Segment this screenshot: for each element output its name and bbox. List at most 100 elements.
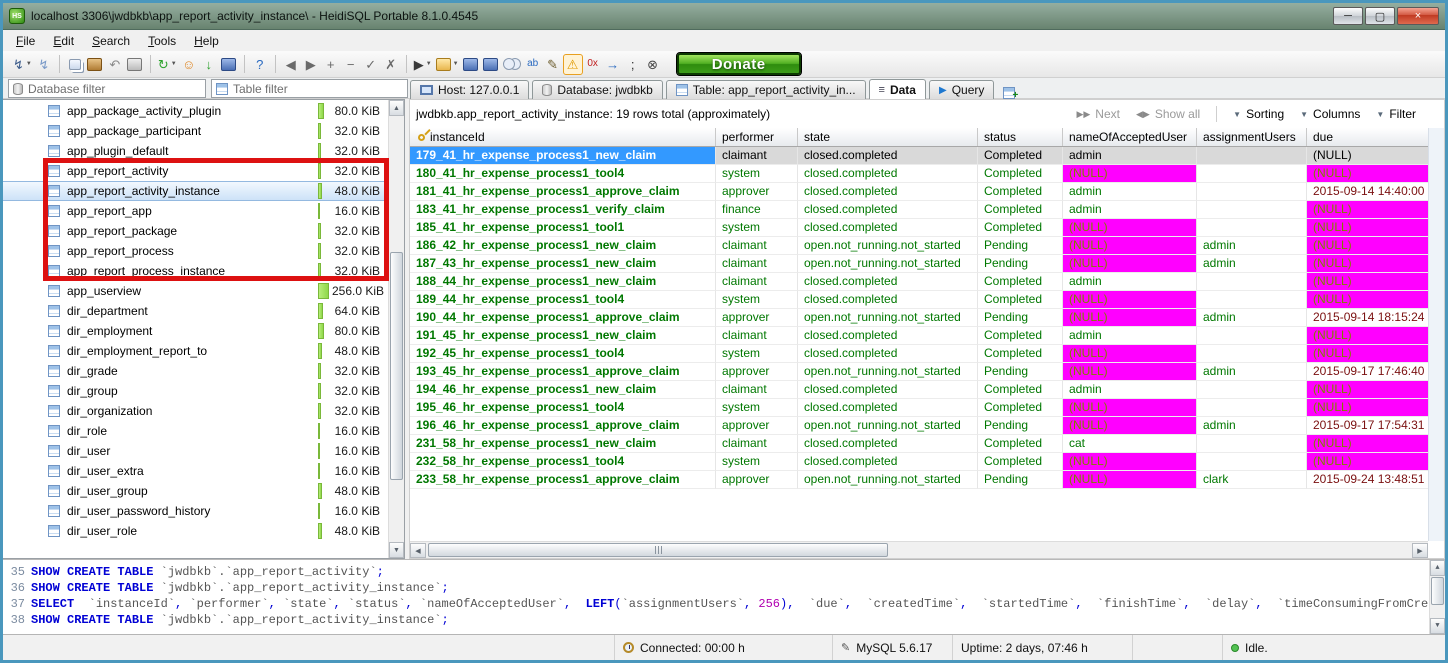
grid-cell[interactable]: closed.completed bbox=[798, 399, 978, 417]
tab-host[interactable]: Host: 127.0.0.1 bbox=[410, 80, 529, 99]
table-list-item[interactable]: app_report_process_instance32.0 KiB bbox=[3, 261, 388, 281]
grid-cell[interactable]: 233_58_hr_expense_process1_approve_claim bbox=[410, 471, 716, 489]
grid-cell[interactable]: (NULL) bbox=[1307, 219, 1428, 237]
delete-record-icon[interactable]: − bbox=[341, 54, 361, 75]
grid-cell[interactable]: 231_58_hr_expense_process1_new_claim bbox=[410, 435, 716, 453]
last-record-icon[interactable]: ▶ bbox=[301, 54, 321, 75]
grid-cell[interactable]: open.not_running.not_started bbox=[798, 471, 978, 489]
grid-cell[interactable] bbox=[1197, 201, 1307, 219]
grid-cell[interactable] bbox=[1197, 435, 1307, 453]
grid-cell[interactable]: claimant bbox=[716, 327, 798, 345]
grid-cell[interactable]: closed.completed bbox=[798, 183, 978, 201]
table-list-item[interactable]: app_userview256.0 KiB bbox=[3, 281, 388, 301]
scroll-right-icon[interactable]: ▶ bbox=[1412, 543, 1428, 558]
menu-item-search[interactable]: Search bbox=[83, 32, 139, 50]
grid-cell[interactable]: claimant bbox=[716, 147, 798, 165]
table-row[interactable]: 191_45_hr_expense_process1_new_claimclai… bbox=[410, 327, 1428, 345]
grid-cell[interactable]: (NULL) bbox=[1307, 327, 1428, 345]
grid-cell[interactable]: (NULL) bbox=[1063, 453, 1197, 471]
grid-cell[interactable]: 181_41_hr_expense_process1_approve_claim bbox=[410, 183, 716, 201]
column-header-performer[interactable]: performer bbox=[716, 128, 798, 146]
table-row[interactable]: 196_46_hr_expense_process1_approve_claim… bbox=[410, 417, 1428, 435]
grid-cell[interactable]: system bbox=[716, 399, 798, 417]
first-record-icon[interactable]: ◀ bbox=[281, 54, 301, 75]
grid-cell[interactable]: 191_45_hr_expense_process1_new_claim bbox=[410, 327, 716, 345]
database-filter-input[interactable]: Database filter bbox=[8, 79, 206, 98]
grid-cell[interactable]: claimant bbox=[716, 255, 798, 273]
grid-cell[interactable]: 190_44_hr_expense_process1_approve_claim bbox=[410, 309, 716, 327]
table-list-item[interactable]: app_report_activity_instance48.0 KiB bbox=[3, 181, 388, 201]
grid-cell[interactable]: system bbox=[716, 345, 798, 363]
grid-cell[interactable]: claimant bbox=[716, 435, 798, 453]
table-list-item[interactable]: dir_user_extra16.0 KiB bbox=[3, 461, 388, 481]
column-header-instanceId[interactable]: instanceId bbox=[410, 128, 716, 146]
grid-cell[interactable]: Completed bbox=[978, 273, 1063, 291]
grid-cell[interactable] bbox=[1197, 165, 1307, 183]
grid-cell[interactable]: (NULL) bbox=[1063, 165, 1197, 183]
grid-cell[interactable]: 180_41_hr_expense_process1_tool4 bbox=[410, 165, 716, 183]
grid-cell[interactable]: admin bbox=[1063, 273, 1197, 291]
grid-cell[interactable]: approver bbox=[716, 183, 798, 201]
table-list-item[interactable]: app_package_participant32.0 KiB bbox=[3, 121, 388, 141]
table-list-item[interactable]: dir_user_password_history16.0 KiB bbox=[3, 501, 388, 521]
grid-cell[interactable]: (NULL) bbox=[1307, 453, 1428, 471]
grid-cell[interactable]: (NULL) bbox=[1307, 237, 1428, 255]
grid-cell[interactable]: 185_41_hr_expense_process1_tool1 bbox=[410, 219, 716, 237]
grid-cell[interactable]: closed.completed bbox=[798, 165, 978, 183]
grid-cell[interactable]: 232_58_hr_expense_process1_tool4 bbox=[410, 453, 716, 471]
table-list-item[interactable]: app_report_activity32.0 KiB bbox=[3, 161, 388, 181]
grid-cell[interactable] bbox=[1197, 345, 1307, 363]
table-list-item[interactable]: dir_user_role48.0 KiB bbox=[3, 521, 388, 541]
grid-cell[interactable]: closed.completed bbox=[798, 291, 978, 309]
grid-cell[interactable]: system bbox=[716, 165, 798, 183]
table-row[interactable]: 194_46_hr_expense_process1_new_claimclai… bbox=[410, 381, 1428, 399]
menu-item-help[interactable]: Help bbox=[185, 32, 228, 50]
hscrollbar-thumb[interactable] bbox=[428, 543, 888, 557]
donate-button[interactable]: Donate bbox=[677, 53, 801, 75]
table-list-item[interactable]: app_report_process32.0 KiB bbox=[3, 241, 388, 261]
grid-cell[interactable]: admin bbox=[1063, 201, 1197, 219]
grid-cell[interactable]: 196_46_hr_expense_process1_approve_claim bbox=[410, 417, 716, 435]
tab-data[interactable]: ≡Data bbox=[869, 79, 926, 99]
grid-cell[interactable]: admin bbox=[1063, 327, 1197, 345]
grid-cell[interactable]: Pending bbox=[978, 309, 1063, 327]
table-row[interactable]: 190_44_hr_expense_process1_approve_claim… bbox=[410, 309, 1428, 327]
grid-cell[interactable]: Completed bbox=[978, 147, 1063, 165]
grid-cell[interactable]: approver bbox=[716, 417, 798, 435]
table-list-item[interactable]: dir_group32.0 KiB bbox=[3, 381, 388, 401]
grid-cell[interactable]: closed.completed bbox=[798, 273, 978, 291]
column-header-assignmentUsers[interactable]: assignmentUsers bbox=[1197, 128, 1307, 146]
grid-cell[interactable]: closed.completed bbox=[798, 327, 978, 345]
grid-cell[interactable]: (NULL) bbox=[1307, 273, 1428, 291]
grid-cell[interactable]: Completed bbox=[978, 201, 1063, 219]
export-icon[interactable]: ↓ bbox=[199, 54, 219, 75]
post-changes-icon[interactable]: ✓ bbox=[361, 54, 381, 75]
sorting-button[interactable]: ▼Sorting bbox=[1233, 107, 1284, 121]
table-list-item[interactable]: dir_role16.0 KiB bbox=[3, 421, 388, 441]
grid-cell[interactable]: claimant bbox=[716, 273, 798, 291]
column-header-status[interactable]: status bbox=[978, 128, 1063, 146]
scroll-up-icon[interactable]: ▲ bbox=[1430, 560, 1445, 576]
grid-cell[interactable]: 183_41_hr_expense_process1_verify_claim bbox=[410, 201, 716, 219]
grid-cell[interactable]: approver bbox=[716, 363, 798, 381]
grid-cell[interactable]: 2015-09-24 13:48:51 bbox=[1307, 471, 1428, 489]
grid-cell[interactable]: open.not_running.not_started bbox=[798, 237, 978, 255]
close-button[interactable]: × bbox=[1397, 7, 1439, 25]
grid-cell[interactable]: (NULL) bbox=[1063, 417, 1197, 435]
grid-cell[interactable]: closed.completed bbox=[798, 201, 978, 219]
grid-cell[interactable]: system bbox=[716, 219, 798, 237]
load-sql-file-icon[interactable]: ▼ bbox=[434, 54, 461, 75]
table-row[interactable]: 187_43_hr_expense_process1_new_claimclai… bbox=[410, 255, 1428, 273]
scrollbar-thumb[interactable] bbox=[1431, 577, 1444, 605]
snippet-icon[interactable] bbox=[219, 54, 239, 75]
grid-cell[interactable]: admin bbox=[1197, 237, 1307, 255]
grid-cell[interactable]: 2015-09-17 17:46:40 bbox=[1307, 363, 1428, 381]
refresh-icon[interactable]: ↻▼ bbox=[156, 54, 179, 75]
grid-cell[interactable]: admin bbox=[1197, 255, 1307, 273]
warn-highlight-icon[interactable]: ⚠ bbox=[563, 54, 583, 75]
grid-cell[interactable]: closed.completed bbox=[798, 147, 978, 165]
grid-cell[interactable]: Completed bbox=[978, 381, 1063, 399]
grid-cell[interactable]: admin bbox=[1197, 417, 1307, 435]
grid-cell[interactable]: cat bbox=[1063, 435, 1197, 453]
grid-cell[interactable]: clark bbox=[1197, 471, 1307, 489]
